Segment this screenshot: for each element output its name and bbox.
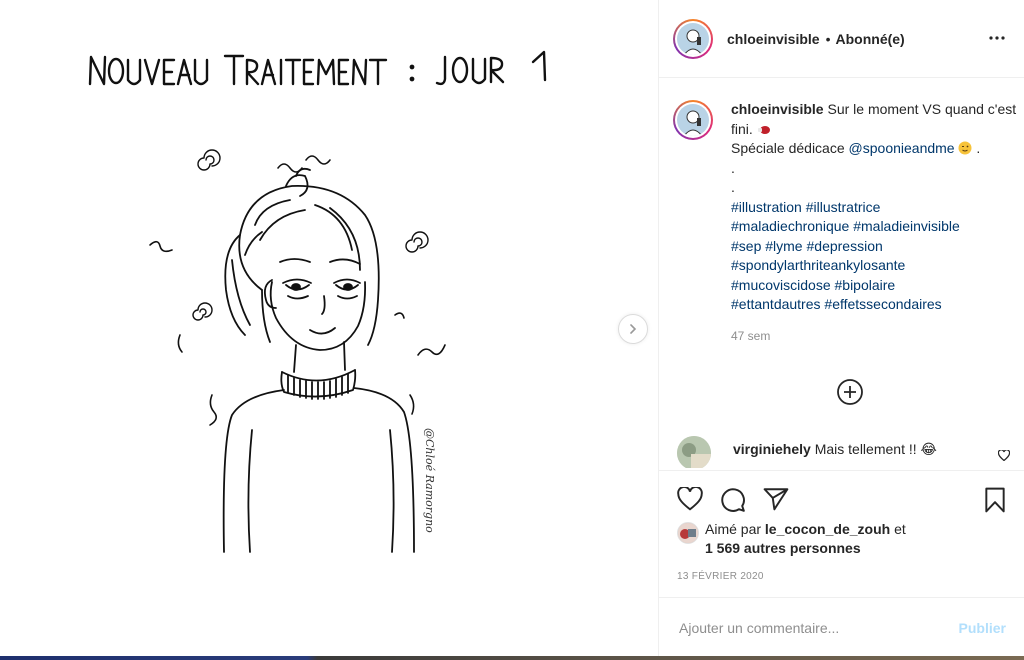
heart-outline-icon — [997, 449, 1011, 462]
comment-text: virginiehely Mais tellement !! 😂 — [733, 441, 937, 458]
mention-link[interactable]: @spoonieandme — [849, 140, 955, 156]
hashtag-link[interactable]: #bipolaire — [835, 277, 896, 293]
liker-avatar[interactable] — [677, 522, 699, 544]
plus-circle-icon — [837, 379, 863, 405]
hashtag-link[interactable]: #maladieinvisible — [853, 218, 960, 234]
comment-input[interactable] — [677, 618, 941, 637]
comment-bubble-icon — [721, 488, 745, 512]
other-likers-link[interactable]: 1 569 autres personnes — [705, 540, 861, 556]
instagram-post-modal: @Chloé Ramorgno chloeinvisible • Abonné(… — [0, 0, 1024, 656]
hashtag-link[interactable]: #illustratrice — [806, 199, 881, 215]
first-liker-link[interactable]: le_cocon_de_zouh — [765, 521, 890, 537]
post-caption: chloeinvisible Sur le moment VS quand c'… — [673, 100, 1018, 346]
caption-after-mention: . — [972, 140, 981, 156]
caption-author-avatar[interactable] — [673, 100, 713, 140]
load-more-comments-button[interactable] — [836, 378, 864, 411]
hashtag-link[interactable]: #spondylarthriteankylosante — [731, 257, 905, 273]
bookmark-icon — [985, 487, 1005, 513]
comment-button[interactable] — [720, 487, 746, 518]
heart-outline-icon — [677, 485, 703, 511]
likes-text: Aimé par le_cocon_de_zouh et 1 569 autre… — [705, 520, 906, 558]
likes-conjunction: et — [890, 521, 906, 537]
hashtag-link[interactable]: #ettantdautres — [731, 296, 821, 312]
next-slide-button[interactable] — [618, 314, 648, 344]
boxing-glove-emoji-icon — [757, 125, 770, 134]
like-button[interactable] — [677, 485, 703, 516]
hashtag-link[interactable]: #depression — [807, 238, 883, 254]
author-username[interactable]: chloeinvisible — [727, 31, 820, 47]
hashtag-link[interactable]: #sep — [731, 238, 761, 254]
caption-dot-2: . — [731, 179, 735, 195]
author-avatar[interactable] — [673, 18, 713, 59]
more-horizontal-icon — [989, 36, 1005, 40]
comment-item: virginiehely Mais tellement !! 😂 — [677, 436, 1022, 468]
commenter-username[interactable]: virginiehely — [733, 441, 811, 457]
post-sidebar: chloeinvisible • Abonné(e) chloeinvisibl… — [659, 0, 1024, 656]
follow-status-button[interactable]: Abonné(e) — [836, 31, 905, 47]
caption-text: chloeinvisible Sur le moment VS quand c'… — [731, 100, 1018, 346]
paper-plane-icon — [763, 488, 789, 511]
post-media: @Chloé Ramorgno — [0, 0, 659, 656]
hashtag-link[interactable]: #mucoviscidose — [731, 277, 831, 293]
winking-face-emoji-icon — [958, 141, 972, 155]
hashtag-link[interactable]: #lyme — [765, 238, 802, 254]
caption-dot-1: . — [731, 159, 735, 176]
chevron-right-icon — [630, 324, 637, 334]
hashtag-link[interactable]: #illustration — [731, 199, 802, 215]
add-comment-bar: Publier — [659, 597, 1024, 657]
caption-line-2: Spéciale dédicace — [731, 140, 849, 156]
share-button[interactable] — [763, 487, 789, 516]
illustration: @Chloé Ramorgno — [88, 50, 547, 553]
post-date[interactable]: 13 FÉVRIER 2020 — [677, 571, 764, 582]
desktop-taskbar-strip — [0, 656, 1024, 660]
commenter-avatar[interactable] — [677, 436, 711, 468]
artist-signature: @Chloé Ramorgno — [423, 428, 436, 533]
more-options-button[interactable] — [988, 28, 1006, 46]
likes-prefix: Aimé par — [705, 521, 765, 537]
hashtag-link[interactable]: #maladiechronique — [731, 218, 849, 234]
save-button[interactable] — [984, 487, 1006, 518]
post-header: chloeinvisible • Abonné(e) — [659, 0, 1024, 78]
comment-body: Mais tellement !! 😂 — [810, 441, 937, 457]
likes-summary: Aimé par le_cocon_de_zouh et 1 569 autre… — [677, 520, 906, 558]
caption-username[interactable]: chloeinvisible — [731, 101, 824, 117]
spirals — [192, 149, 429, 321]
comment-like-button[interactable] — [997, 448, 1011, 466]
handwritten-title — [88, 50, 547, 86]
character — [222, 167, 415, 553]
hashtag-link[interactable]: #effetssecondaires — [824, 296, 941, 312]
header-separator: • — [825, 30, 831, 47]
caption-time-ago[interactable]: 47 sem — [731, 327, 1018, 347]
publish-button[interactable]: Publier — [959, 620, 1006, 636]
